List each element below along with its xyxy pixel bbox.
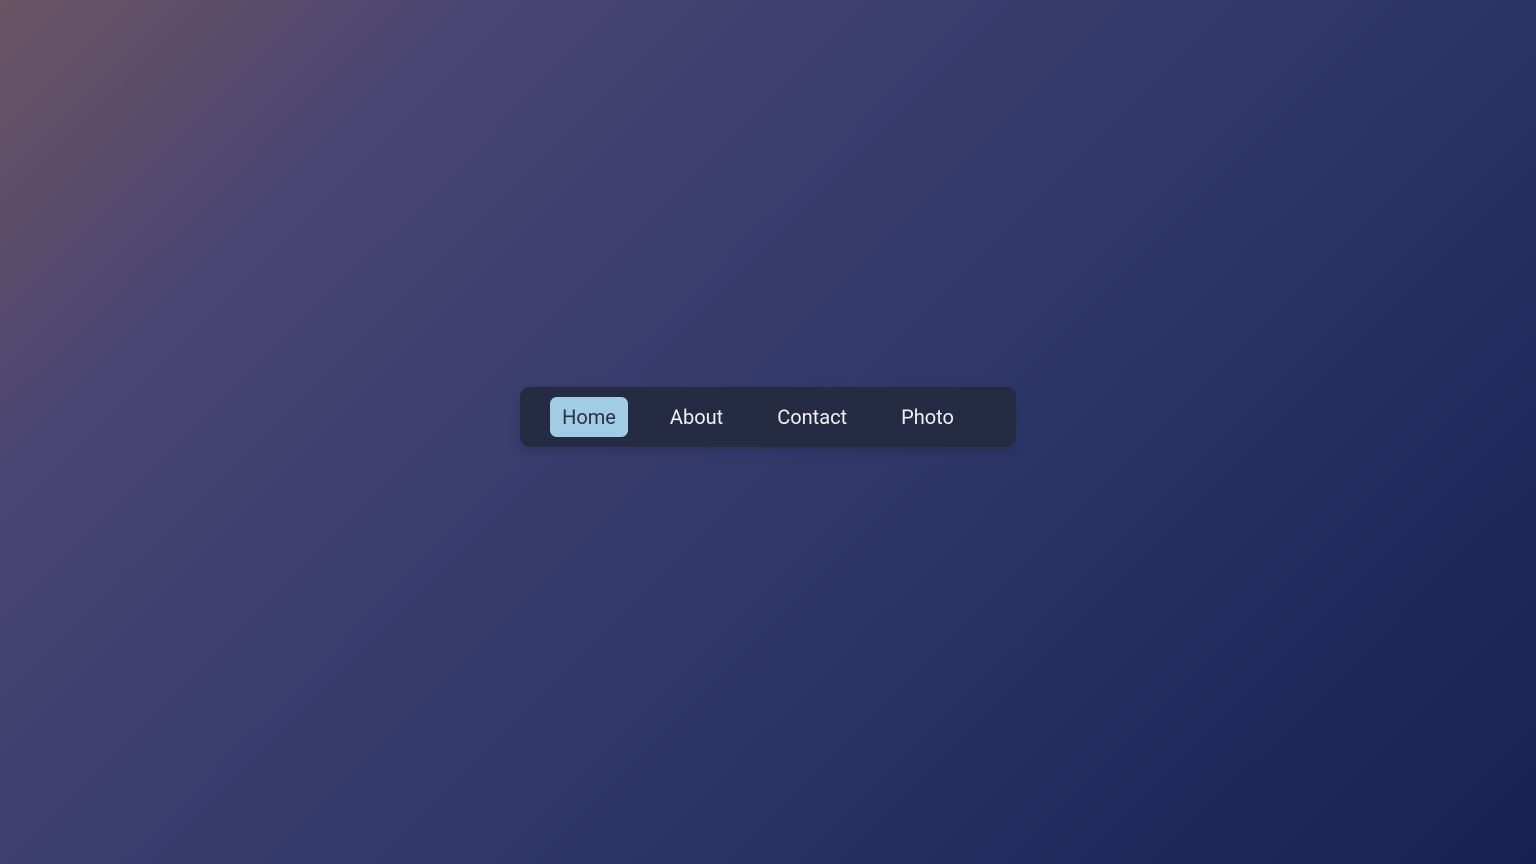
nav-item-about[interactable]: About [658, 397, 735, 437]
nav-item-contact[interactable]: Contact [765, 397, 859, 437]
navigation-bar: Home About Contact Photo [520, 387, 1016, 447]
nav-item-photo[interactable]: Photo [889, 397, 966, 437]
nav-item-home[interactable]: Home [550, 397, 628, 437]
